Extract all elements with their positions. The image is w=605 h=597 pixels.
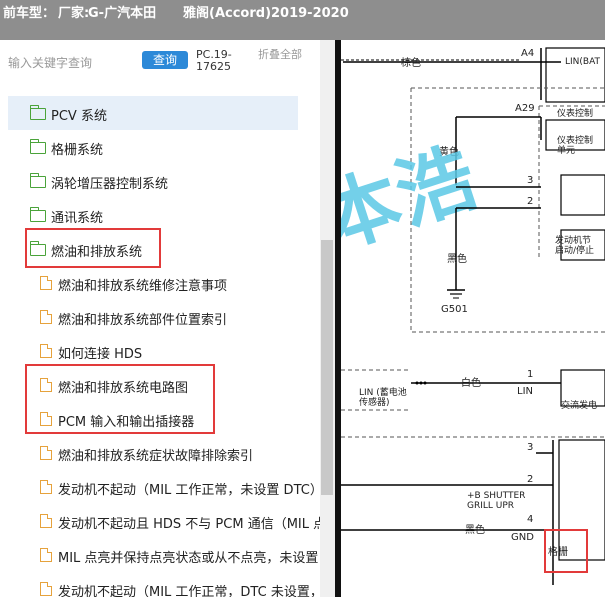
module-label: 仪表控制 [557, 134, 593, 146]
tree-item-symptom-troubleshooting[interactable]: 燃油和排放系统症状故障排除索引 [8, 436, 298, 470]
tree-item-turbo[interactable]: 涡轮增压器控制系统 [8, 164, 298, 198]
module-label: 格栅 [548, 545, 568, 558]
tree-item-communication[interactable]: 通讯系统 [8, 198, 298, 232]
tree-item-label: 燃油和排放系统症状故障排除索引 [58, 449, 254, 464]
signal-label: LIN [517, 386, 533, 397]
pin-label: 4 [527, 514, 533, 525]
folder-icon [30, 105, 46, 120]
pin-label: 2 [527, 196, 533, 207]
tree-item-label: 燃油和排放系统维修注意事项 [58, 279, 228, 294]
ground-label: G501 [441, 304, 468, 315]
tree-item-label: 发动机不起动且 HDS 不与 PCM 通信（MIL 点 [58, 517, 327, 532]
connector-box [558, 439, 605, 561]
document-icon [40, 276, 52, 290]
wire-dot [423, 381, 427, 385]
navigation-tree: PCV 系统 格栅系统 涡轮增压器控制系统 通讯系统 燃油和排放系统 燃油和排放… [0, 92, 326, 597]
tree-item-label: 格栅系统 [51, 143, 104, 158]
highlight-box [25, 228, 161, 268]
pin-label: 2 [527, 474, 533, 485]
tree-item-no-start-hds[interactable]: 发动机不起动且 HDS 不与 PCM 通信（MIL 点 [8, 504, 326, 538]
pin-label: A4 [521, 48, 534, 59]
document-icon [40, 446, 52, 460]
tree-item-label: 如何连接 HDS [58, 347, 143, 362]
document-code: PC.19-17625 [196, 48, 232, 73]
folder-icon [30, 207, 46, 222]
watermark-text: 本浩 [341, 133, 487, 267]
wire-color-label: 棕色 [401, 56, 421, 69]
signal-label: GND [511, 532, 534, 543]
collapse-all-button[interactable]: 折叠全部 [258, 49, 302, 61]
document-icon [40, 344, 52, 358]
pin-label: 3 [527, 175, 533, 186]
diagram-panel: 棕色 A4 LIN(BAT A29 黄色 仪表控制 仪表控制 单元 本浩 3 2… [341, 40, 605, 597]
title-bar: 前车型： 厂家: G-广汽本田 雅阁(Accord)2019-2020 [0, 0, 605, 40]
brand-name: G-广汽本田 [88, 6, 157, 21]
sensor-label: 传感器) [359, 396, 390, 408]
module-label: 启动/停止 [555, 244, 594, 256]
module-label: 单元 [557, 144, 575, 156]
highlight-box [25, 364, 215, 434]
vehicle-label: 前车型： [3, 6, 56, 21]
scrollbar-thumb[interactable] [321, 240, 333, 495]
tree-item-label: 发动机不起动（MIL 工作正常，未设置 DTC） [58, 483, 323, 498]
tree-item-service-precautions[interactable]: 燃油和排放系统维修注意事项 [8, 266, 298, 300]
pin-label: A29 [515, 103, 535, 114]
connector-box [560, 174, 605, 216]
signal-label: GRILL UPR [467, 501, 514, 511]
pin-label: 3 [527, 442, 533, 453]
wiring-diagram: 棕色 A4 LIN(BAT A29 黄色 仪表控制 仪表控制 单元 本浩 3 2… [341, 47, 605, 585]
tree-item-no-start-1[interactable]: 发动机不起动（MIL 工作正常，未设置 DTC） [8, 470, 323, 504]
signal-label: +B SHUTTER [467, 491, 525, 501]
search-input[interactable] [8, 53, 136, 73]
tree-item-mil-on[interactable]: MIL 点亮并保持点亮状态或从不点亮，未设置 [8, 538, 318, 572]
navigation-panel: 查询 PC.19-17625 折叠全部 PCV 系统 格栅系统 涡轮增压器控制系… [0, 40, 335, 597]
tree-item-grille[interactable]: 格栅系统 [8, 130, 298, 164]
wire-color-label: 黑色 [465, 523, 485, 536]
sensor-label: LIN (蓄电池 [359, 386, 407, 398]
folder-icon [30, 139, 46, 154]
document-icon [40, 514, 52, 528]
tree-item-no-start-2[interactable]: 发动机不起动（MIL 工作正常，DTC 未设置， [8, 572, 323, 597]
wire-color-label: 黑色 [447, 252, 467, 265]
query-button[interactable]: 查询 [142, 51, 188, 69]
tree-item-label: 通讯系统 [51, 211, 104, 226]
module-label: 交流发电 [561, 399, 597, 411]
tree-item-label: PCV 系统 [51, 109, 107, 124]
tree-item-label: MIL 点亮并保持点亮状态或从不点亮，未设置 [58, 551, 319, 566]
module-label: 仪表控制 [557, 107, 593, 119]
tree-item-connect-hds[interactable]: 如何连接 HDS [8, 334, 298, 368]
tree-item-label: 涡轮增压器控制系统 [51, 177, 169, 192]
wire-dot [419, 381, 423, 385]
model-name: 雅阁(Accord)2019-2020 [183, 6, 349, 21]
folder-icon [30, 173, 46, 188]
pin-label: 1 [527, 369, 533, 380]
vendor-label: 厂家: [58, 6, 90, 21]
module-label: 发动机节 [555, 234, 591, 246]
document-icon [40, 548, 52, 562]
document-icon [40, 480, 52, 494]
tree-item-label: 燃油和排放系统部件位置索引 [58, 313, 228, 328]
document-icon [40, 582, 52, 596]
document-icon [40, 310, 52, 324]
tree-item-component-location[interactable]: 燃油和排放系统部件位置索引 [8, 300, 298, 334]
tree-item-pcv[interactable]: PCV 系统 [8, 96, 298, 130]
wire-dot [415, 381, 419, 385]
wire-color-label: 白色 [461, 376, 481, 389]
tree-item-label: 发动机不起动（MIL 工作正常，DTC 未设置， [58, 585, 323, 597]
search-bar: 查询 PC.19-17625 折叠全部 [0, 40, 335, 90]
signal-label: LIN(BAT [565, 57, 601, 67]
